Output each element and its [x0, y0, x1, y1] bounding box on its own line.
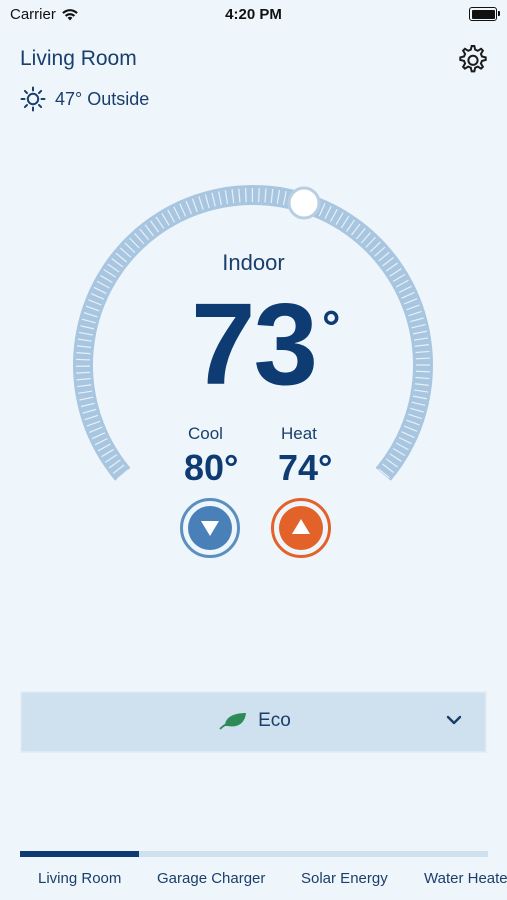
cool-setpoint: 80° — [184, 447, 239, 488]
leaf-icon — [219, 713, 247, 730]
mode-dropdown[interactable]: Eco — [20, 691, 487, 753]
indoor-temperature: 73 — [190, 279, 318, 409]
cool-label: Cool — [188, 424, 223, 443]
heat-setpoint: 74° — [278, 447, 333, 488]
dial-tick — [244, 188, 247, 203]
mode-selected: Eco — [21, 710, 488, 732]
thermostat-dial: Indoor 73 ° Cool 80° Heat 74° — [0, 0, 507, 560]
active-tab-indicator — [20, 851, 139, 857]
indoor-degree-symbol: ° — [322, 301, 341, 353]
tab-solar-energy[interactable]: Solar Energy — [301, 870, 388, 887]
arrow-up-icon — [292, 519, 310, 534]
tab-garage-charger[interactable]: Garage Charger — [157, 870, 265, 887]
device-tabs: Living Room Garage Charger Solar Energy … — [0, 862, 507, 900]
indoor-label: Indoor — [222, 250, 285, 275]
heat-label: Heat — [281, 424, 317, 443]
arrow-down-icon — [201, 521, 219, 536]
heat-up-button[interactable] — [271, 498, 331, 558]
tab-living-room[interactable]: Living Room — [38, 870, 121, 887]
dial-handle[interactable] — [287, 186, 321, 220]
cool-down-button[interactable] — [180, 498, 240, 558]
mode-label: Eco — [258, 710, 291, 731]
chevron-down-icon — [446, 715, 462, 725]
tab-water-heater[interactable]: Water Heater — [424, 870, 507, 887]
